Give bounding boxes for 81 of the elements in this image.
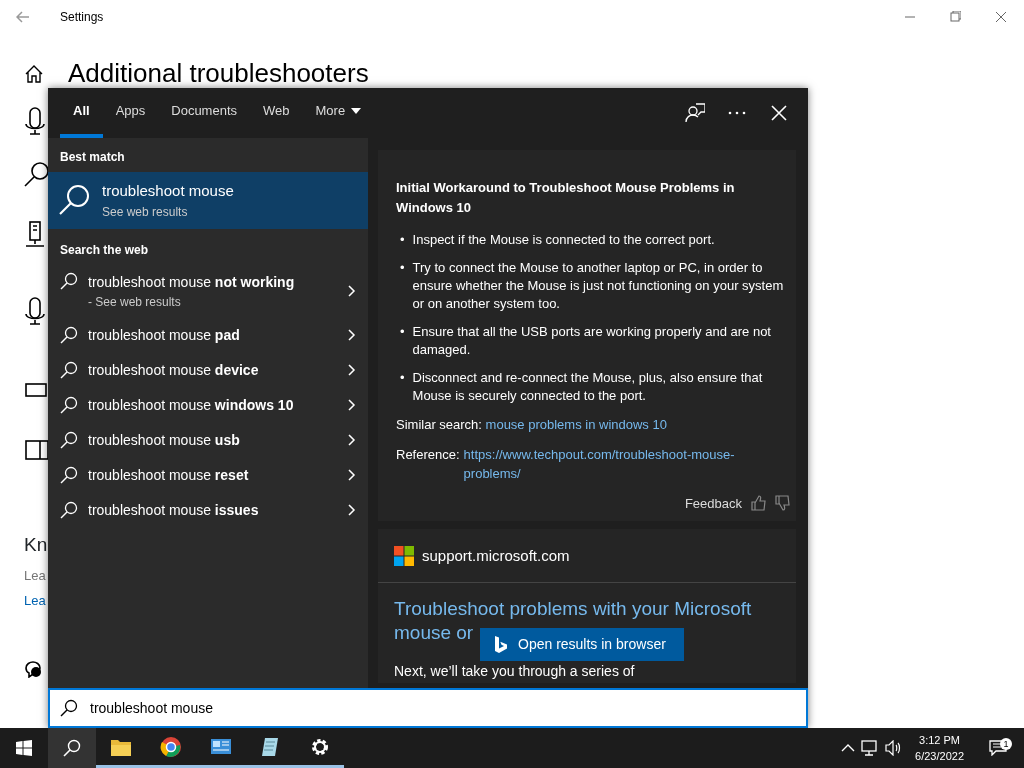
similar-search-link[interactable]: mouse problems in windows 10 (485, 417, 667, 432)
search-icon (60, 326, 78, 344)
notifications-button[interactable]: 1 (976, 740, 1020, 756)
web-suggestion[interactable]: troubleshoot mouse not working - See web results (48, 264, 368, 318)
web-suggestion[interactable]: troubleshoot mouse pad (48, 317, 368, 353)
window-title: Settings (60, 9, 104, 26)
bullet-mark: • (400, 323, 405, 341)
bullet-text: Disconnect and re-connect the Mouse, plus, also ensure that Mouse is securely connected to the port. (412, 369, 764, 405)
microphone-icon (24, 297, 48, 325)
answer-title: Initial Workaround to Troubleshoot Mouse Problems in Windows 10 (396, 179, 736, 217)
open-in-browser-button[interactable]: Open results in browser (480, 628, 684, 661)
search-icon (60, 466, 78, 484)
bullet-text: Ensure that all the USB ports are working properly and are not damaged. (412, 323, 772, 359)
close-icon (995, 11, 1007, 23)
feedback-label: Feedback (684, 494, 742, 513)
chevron-icon (348, 399, 356, 411)
chevron-icon (348, 504, 356, 516)
best-match-result[interactable]: troubleshoot mouse See web results (48, 172, 368, 229)
search-icon (60, 396, 78, 414)
web-suggestion[interactable]: troubleshoot mouse windows 10 (48, 387, 368, 423)
thumbs-up-icon[interactable] (750, 495, 766, 512)
search-tab[interactable]: Documents (158, 88, 250, 138)
browser-icon (160, 735, 182, 758)
battery-icon (24, 380, 48, 399)
close-icon (769, 103, 789, 123)
feedback-icon[interactable] (24, 660, 42, 679)
back-icon[interactable] (16, 11, 30, 23)
bullet-mark: • (400, 231, 405, 249)
chevron-icon (348, 329, 356, 341)
search-icon (63, 739, 81, 757)
section-heading: Search the web (59, 241, 150, 259)
search-icon (60, 361, 78, 379)
search-bar[interactable]: troubleshoot mouse (48, 688, 808, 728)
reference-link[interactable]: https://www.techpout.com/troubleshoot-mouse-problems/ (463, 444, 784, 484)
result-snippet: Next, we’ll take you through a series of (394, 661, 635, 681)
search-tab[interactable]: Apps (102, 88, 159, 138)
chevron-up-icon[interactable] (841, 743, 856, 753)
web-suggestion[interactable]: troubleshoot mouse issues (48, 492, 368, 528)
more-icon (728, 111, 746, 115)
section-heading: Kn (24, 533, 48, 557)
reference-label: Reference: (396, 445, 460, 464)
site-name: support.microsoft.com (422, 546, 570, 566)
notification-count: 1 (1000, 738, 1012, 750)
chevron-icon (348, 434, 356, 446)
result-title[interactable]: mouse or (394, 620, 474, 645)
search-icon (60, 431, 78, 449)
maximize-icon (949, 11, 961, 23)
clock[interactable]: 3:12 PM 6/23/2022 (909, 732, 970, 764)
bing-logo-icon (494, 635, 508, 654)
windows-logo-icon (394, 546, 414, 567)
result-title[interactable]: Troubleshoot problems with your Microsoft (394, 596, 752, 621)
web-suggestion[interactable]: troubleshoot mouse device (48, 352, 368, 388)
search-field[interactable]: troubleshoot mouse (88, 696, 796, 720)
description-text: Lea (24, 566, 46, 585)
search-tab[interactable]: More (302, 88, 375, 138)
bullet-mark: • (400, 259, 405, 277)
thumbs-down-icon[interactable] (774, 495, 790, 512)
feedback-icon (685, 103, 705, 123)
search-icon (24, 161, 48, 187)
web-suggestion[interactable]: troubleshoot mouse reset (48, 457, 368, 493)
search-tab[interactable]: Web (250, 88, 303, 138)
home-icon[interactable] (24, 63, 44, 84)
page-title: Additional troubleshooters (68, 57, 369, 90)
section-heading: Best match (59, 149, 126, 166)
microphone-icon (24, 107, 48, 135)
link[interactable]: Lea (24, 591, 46, 611)
bullet-mark: • (400, 369, 405, 387)
bullet-text: Try to connect the Mouse to another laptop or PC, in order to ensure whether the Mouse is just not functioning on your system or on another system too. (412, 259, 784, 313)
search-button[interactable] (48, 728, 96, 768)
search-icon (60, 501, 78, 519)
bullet-text: Inspect if the Mouse is connected to the correct port. (412, 231, 715, 249)
chevron-icon (348, 364, 356, 376)
tablet-icon (24, 438, 48, 461)
chevron-icon (348, 469, 356, 481)
search-icon (60, 699, 78, 717)
web-suggestion[interactable]: troubleshoot mouse usb (48, 422, 368, 458)
search-icon (60, 271, 78, 290)
chevron-icon (348, 285, 356, 297)
notification-icon (989, 740, 1007, 756)
start-icon (16, 740, 32, 756)
similar-search-label: Similar search: (396, 417, 483, 432)
